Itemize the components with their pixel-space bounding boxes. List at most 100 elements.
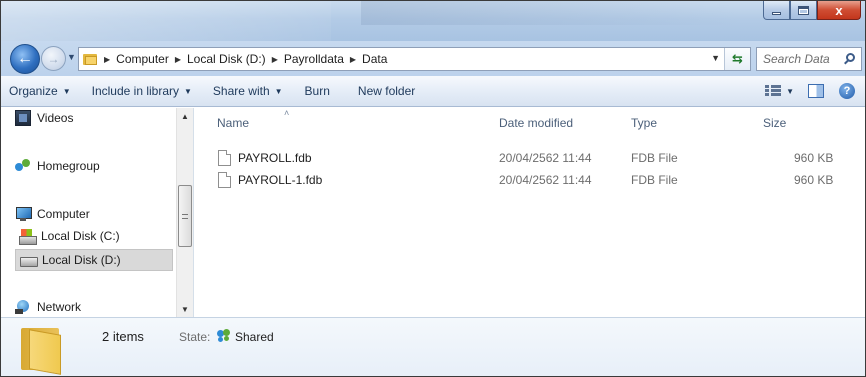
breadcrumb-separator-icon[interactable]: ▶ — [104, 55, 110, 64]
sidebar-item-homegroup[interactable]: Homegroup — [15, 158, 100, 174]
file-date-modified: 20/04/2562 11:44 — [499, 151, 592, 165]
burn-button[interactable]: Burn — [305, 84, 330, 98]
chevron-down-icon: ▼ — [274, 86, 283, 96]
sidebar-item-label: Network — [37, 300, 82, 314]
address-history-dropdown[interactable]: ▼ — [711, 53, 720, 63]
folder-icon — [82, 52, 98, 66]
close-button[interactable]: x — [817, 1, 861, 20]
forward-button[interactable]: → — [41, 46, 66, 71]
recent-pages-dropdown[interactable]: ▼ — [67, 52, 76, 62]
search-icon[interactable] — [843, 52, 857, 66]
sort-ascending-icon: ˄ — [284, 108, 290, 118]
burn-label: Burn — [304, 84, 330, 98]
sidebar-item-label: Local Disk (D:) — [42, 253, 121, 267]
share-with-label: Share with — [212, 84, 270, 98]
breadcrumb-local-disk-d[interactable]: Local Disk (D:) — [187, 52, 266, 66]
share-with-button[interactable]: Share with ▼ — [213, 84, 283, 98]
sidebar-item-label: Homegroup — [37, 159, 100, 173]
include-in-library-label: Include in library — [91, 84, 179, 98]
scrollbar-thumb[interactable] — [178, 185, 192, 247]
chevron-down-icon: ▼ — [786, 86, 794, 96]
navigation-bar: ← → ▼ ▶ Computer ▶ Local Disk (D:) ▶ Pay… — [1, 41, 865, 76]
include-in-library-button[interactable]: Include in library ▼ — [92, 84, 192, 98]
sidebar-item-label: Computer — [37, 207, 90, 221]
file-name: PAYROLL.fdb — [238, 151, 312, 165]
close-icon: x — [835, 2, 843, 18]
help-button[interactable]: ? — [839, 83, 855, 99]
sidebar-item-label: Videos — [37, 111, 74, 125]
file-icon — [218, 172, 231, 188]
back-button[interactable]: ← — [10, 44, 40, 74]
window-controls: x — [763, 1, 861, 21]
chevron-down-icon: ▼ — [184, 86, 192, 96]
file-size: 960 KB — [794, 173, 834, 187]
maximize-button[interactable] — [790, 1, 817, 20]
scroll-down-button[interactable]: ▼ — [177, 301, 193, 317]
videos-icon — [15, 110, 31, 126]
table-row[interactable]: PAYROLL.fdb 20/04/2562 11:44 FDB File 96… — [194, 149, 865, 167]
grip-icon — [182, 213, 188, 219]
breadcrumb-separator-icon[interactable]: ▶ — [350, 55, 356, 64]
views-icon — [765, 85, 782, 97]
file-icon — [218, 150, 231, 166]
new-folder-label: New folder — [357, 84, 416, 98]
column-header-label: Size — [763, 116, 787, 130]
table-row[interactable]: PAYROLL-1.fdb 20/04/2562 11:44 FDB File … — [194, 171, 865, 189]
new-folder-button[interactable]: New folder — [358, 84, 415, 98]
column-header-type[interactable]: Type — [631, 108, 657, 138]
sidebar-item-local-disk-c[interactable]: Local Disk (C:) — [19, 228, 120, 245]
local-disk-icon — [20, 252, 38, 268]
network-icon — [15, 299, 31, 315]
state-label: State: — [179, 330, 211, 344]
state-value: Shared — [235, 330, 274, 344]
sidebar-item-computer[interactable]: Computer — [15, 206, 90, 222]
scroll-up-button[interactable]: ▲ — [177, 108, 193, 124]
file-type: FDB File — [631, 151, 678, 165]
breadcrumb-separator-icon[interactable]: ▶ — [175, 55, 181, 64]
column-header-name[interactable]: Name — [217, 108, 249, 138]
sidebar-item-label: Local Disk (C:) — [41, 229, 120, 243]
refresh-button[interactable]: ⇆ — [724, 48, 750, 70]
explorer-window: x ← → ▼ ▶ Computer ▶ Local Disk (D:) ▶ P… — [0, 0, 866, 377]
local-disk-icon — [19, 228, 37, 245]
help-icon: ? — [839, 83, 855, 99]
column-header-date-modified[interactable]: Date modified — [499, 108, 573, 138]
search-input[interactable] — [763, 52, 843, 66]
change-view-button[interactable]: ▼ — [765, 85, 794, 97]
folder-icon — [19, 326, 64, 375]
back-arrow-icon: ← — [17, 50, 33, 67]
computer-icon — [15, 206, 32, 222]
maximize-icon — [798, 5, 809, 15]
navigation-pane-scrollbar[interactable]: ▲ ▼ — [176, 108, 193, 317]
column-header-label: Name — [217, 116, 250, 130]
minimize-icon — [772, 11, 781, 15]
sidebar-item-videos[interactable]: Videos — [15, 110, 73, 126]
navigation-pane: Videos Homegroup Computer Local Disk (C:… — [1, 108, 194, 317]
column-header-size[interactable]: Size — [763, 108, 786, 138]
shared-icon — [217, 329, 231, 343]
chevron-down-icon: ▼ — [181, 304, 189, 314]
minimize-button[interactable] — [763, 1, 790, 20]
preview-pane-icon — [808, 84, 824, 98]
sidebar-item-network[interactable]: Network — [15, 299, 81, 315]
breadcrumb-computer[interactable]: Computer — [116, 52, 169, 66]
breadcrumb-data[interactable]: Data — [362, 52, 387, 66]
organize-button[interactable]: Organize ▼ — [9, 84, 71, 98]
file-date-modified: 20/04/2562 11:44 — [499, 173, 592, 187]
items-count: 2 items — [102, 329, 144, 344]
file-name: PAYROLL-1.fdb — [238, 173, 323, 187]
title-bar: x — [1, 1, 865, 41]
chevron-up-icon: ▲ — [181, 111, 189, 121]
preview-pane-button[interactable] — [808, 84, 824, 98]
homegroup-icon — [15, 158, 31, 174]
forward-arrow-icon: → — [47, 51, 60, 66]
details-pane: 2 items State: Shared — [1, 317, 865, 376]
search-box[interactable] — [756, 47, 862, 71]
organize-label: Organize — [9, 84, 58, 98]
file-type: FDB File — [631, 173, 678, 187]
address-bar[interactable]: ▶ Computer ▶ Local Disk (D:) ▶ Payrollda… — [78, 47, 751, 71]
sidebar-item-local-disk-d[interactable]: Local Disk (D:) — [15, 249, 173, 271]
column-header-label: Type — [631, 116, 658, 130]
breadcrumb-separator-icon[interactable]: ▶ — [272, 55, 278, 64]
breadcrumb-payrolldata[interactable]: Payrolldata — [284, 52, 344, 66]
